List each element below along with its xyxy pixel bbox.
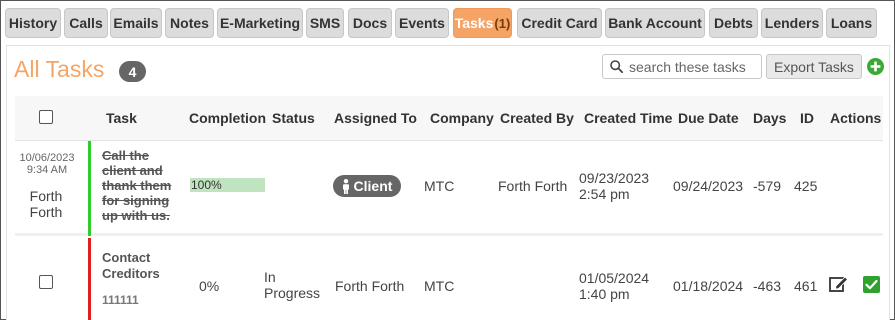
created-time-value: 1:40 pm (579, 286, 630, 302)
search-box[interactable] (602, 54, 762, 79)
search-icon (610, 60, 623, 73)
task-name[interactable]: Call the client and thank them for signi… (102, 148, 182, 223)
tab-label: Credit Card (521, 15, 598, 31)
tab-sms[interactable]: SMS (306, 8, 344, 38)
tab-label: Bank Account (608, 15, 702, 31)
column-header-id[interactable]: ID (800, 110, 814, 126)
tab-emails[interactable]: Emails (110, 8, 162, 38)
task-count-badge: 4 (119, 61, 146, 82)
due-date-value: 01/18/2024 (673, 278, 744, 294)
tasks-table: Task Completion Status Assigned To Compa… (15, 96, 883, 320)
status-value: In Progress (264, 269, 321, 301)
tab-bar: History Calls Emails Notes E-Marketing S… (1, 1, 894, 45)
page-title: All Tasks (14, 56, 105, 82)
completion-progress-bar: 100% (190, 178, 265, 192)
task-time: 9:34 AM (26, 164, 68, 176)
created-by-value: Forth Forth (498, 178, 568, 194)
complete-checkmark-icon[interactable] (863, 276, 880, 293)
column-header-due-date[interactable]: Due Date (678, 110, 739, 126)
id-value: 425 (794, 178, 818, 194)
column-header-company[interactable]: Company (430, 110, 494, 126)
column-header-created-time[interactable]: Created Time (584, 110, 672, 126)
row-checkbox[interactable] (39, 275, 53, 289)
tab-tasks[interactable]: Tasks (1) (453, 8, 512, 38)
tab-count-badge: (1) (494, 15, 511, 31)
column-header-days[interactable]: Days (753, 110, 786, 126)
tab-label: Calls (69, 15, 103, 31)
tab-docs[interactable]: Docs (348, 8, 392, 38)
column-header-created-by[interactable]: Created By (500, 110, 574, 126)
column-header-task[interactable]: Task (106, 110, 137, 126)
column-header-assigned-to[interactable]: Assigned To (334, 110, 417, 126)
column-header-completion[interactable]: Completion (189, 110, 266, 126)
tab-notes[interactable]: Notes (165, 8, 214, 38)
task-name[interactable]: Contact Creditors (102, 250, 182, 282)
table-row[interactable]: Contact Creditors 111111 0% In Progress … (15, 238, 883, 320)
tab-label: Loans (830, 15, 873, 31)
created-time-value: 2:54 pm (579, 186, 630, 202)
tab-credit-card[interactable]: Credit Card (517, 8, 602, 38)
assigned-to-value: Forth Forth (335, 278, 405, 294)
tab-loans[interactable]: Loans (826, 8, 877, 38)
select-all-checkbox[interactable] (39, 110, 53, 124)
tab-label: Events (399, 15, 445, 31)
search-input[interactable] (629, 58, 749, 75)
status-indicator-bar (88, 141, 91, 236)
tab-label: History (8, 15, 58, 31)
created-date-value: 01/05/2024 (579, 270, 650, 286)
tasks-panel: All Tasks 4 Export Tasks Task Completion… (6, 45, 890, 320)
assigned-to-label: Client (353, 178, 393, 194)
table-header: Task Completion Status Assigned To Compa… (15, 96, 883, 141)
tab-history[interactable]: History (5, 8, 61, 38)
task-description: 111111 (102, 293, 139, 307)
add-task-icon[interactable] (867, 58, 884, 75)
tab-calls[interactable]: Calls (64, 8, 108, 38)
created-date-value: 09/23/2023 (579, 170, 650, 186)
column-header-actions: Actions (830, 110, 882, 126)
due-date-value: 09/24/2023 (673, 178, 744, 194)
days-value: -579 (753, 178, 782, 194)
days-value: -463 (753, 278, 782, 294)
completion-value: 100% (191, 178, 222, 192)
tab-label: Docs (352, 15, 388, 31)
status-indicator-bar (88, 238, 91, 320)
tab-e-marketing[interactable]: E-Marketing (217, 8, 303, 38)
tab-label: E-Marketing (219, 15, 301, 31)
task-date: 10/06/2023 (19, 152, 75, 164)
tab-label: Lenders (764, 15, 820, 31)
edit-icon[interactable] (829, 275, 849, 293)
export-tasks-button[interactable]: Export Tasks (766, 54, 862, 79)
column-header-status[interactable]: Status (272, 110, 315, 126)
company-value: MTC (424, 278, 455, 294)
person-icon (342, 178, 349, 194)
completion-value: 0% (199, 278, 220, 294)
tab-label: Debts (714, 15, 753, 31)
tab-events[interactable]: Events (395, 8, 449, 38)
tab-bank-account[interactable]: Bank Account (605, 8, 705, 38)
table-row[interactable]: 10/06/2023 9:34 AM Forth Forth Call the … (15, 141, 883, 236)
assigned-to-badge: Client (333, 175, 401, 197)
task-owner: Forth Forth (29, 188, 63, 220)
tab-lenders[interactable]: Lenders (761, 8, 823, 38)
tab-label: Notes (170, 15, 209, 31)
tab-label: Emails (113, 15, 159, 31)
tab-label: Tasks (454, 15, 494, 31)
tab-debts[interactable]: Debts (709, 8, 758, 38)
company-value: MTC (424, 178, 455, 194)
tab-label: SMS (309, 15, 341, 31)
id-value: 461 (794, 278, 818, 294)
